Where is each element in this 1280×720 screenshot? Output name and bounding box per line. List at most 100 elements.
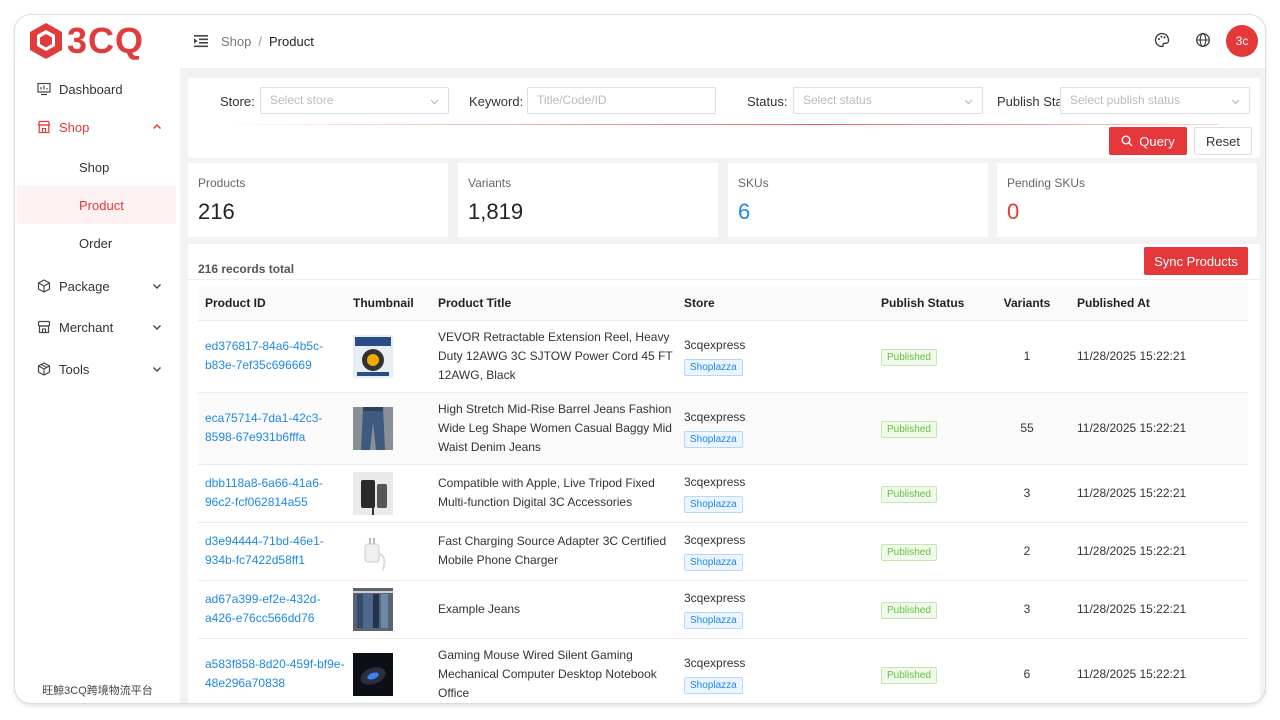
filter-panel: Store: Select store Keyword: Title/Code/…: [188, 78, 1260, 158]
shop-icon: [37, 120, 51, 134]
status-select[interactable]: Select status: [793, 87, 983, 114]
store-name: 3cqexpress: [684, 656, 746, 670]
product-thumbnail[interactable]: [353, 529, 393, 573]
thumbnail-cell: [346, 522, 431, 581]
thumbnail-cell: [346, 638, 431, 703]
stat-label: Variants: [468, 176, 512, 190]
product-id-link[interactable]: d3e94444-71bd-46e1-934b-fc7422d58ff1: [198, 522, 346, 581]
product-title: Compatible with Apple, Live Tripod Fixed…: [431, 464, 677, 523]
reset-button[interactable]: Reset: [1194, 127, 1252, 155]
sidebar-item-package[interactable]: Package: [15, 267, 180, 305]
keyword-label: Keyword:: [469, 94, 524, 109]
product-thumbnail[interactable]: [353, 652, 393, 696]
product-id-link[interactable]: ed376817-84a6-4b5c-b83e-7ef35c696669: [198, 320, 346, 393]
stat-label: Pending SKUs: [1007, 176, 1086, 190]
sidebar-item-merchant[interactable]: Merchant: [15, 308, 180, 346]
query-button[interactable]: Query: [1109, 127, 1187, 155]
logo[interactable]: 3CQ: [27, 22, 144, 60]
product-title: Example Jeans: [431, 580, 677, 639]
sidebar-item-tools[interactable]: Tools: [15, 350, 180, 388]
store-name: 3cqexpress: [684, 338, 746, 352]
thumbnail-cell: [346, 392, 431, 465]
store-label: Store:: [220, 94, 255, 109]
thumbnail-cell: [346, 464, 431, 523]
chevron-down-icon: [430, 99, 439, 105]
store-select[interactable]: Select store: [260, 87, 449, 114]
query-label: Query: [1139, 133, 1175, 149]
product-id-link[interactable]: a583f858-8d20-459f-bf9e-48e296a70838: [198, 638, 346, 703]
stat-value: 0: [1007, 199, 1020, 224]
store-cell: 3cqexpress Shoplazza: [677, 522, 874, 581]
keyword-placeholder: Title/Code/ID: [537, 93, 607, 107]
store-name: 3cqexpress: [684, 591, 746, 605]
variants-count: 3: [984, 580, 1070, 639]
search-icon: [1121, 135, 1133, 147]
palette-icon[interactable]: [1154, 32, 1170, 48]
stat-card-skus: SKUs 6: [728, 163, 988, 237]
sidebar-item-dashboard[interactable]: Dashboard: [15, 70, 180, 108]
product-table-card: 216 records total Sync Products Product …: [188, 244, 1260, 703]
status-label: Status:: [747, 94, 788, 109]
tools-icon: [37, 362, 51, 376]
status-cell: Published: [874, 580, 984, 639]
table-row[interactable]: dbb118a8-6a66-41a6-96c2-fcf062814a55 Com…: [198, 464, 1248, 523]
status-badge: Published: [881, 601, 937, 619]
platform-badge: Shoplazza: [684, 612, 743, 629]
store-name: 3cqexpress: [684, 410, 746, 424]
product-thumbnail[interactable]: [353, 334, 393, 378]
sidebar-subitem-order[interactable]: Order: [17, 224, 176, 262]
menu-fold-icon[interactable]: [194, 34, 208, 48]
column-header: Product Title: [431, 287, 677, 321]
breadcrumb-shop[interactable]: Shop: [221, 34, 251, 49]
breadcrumb-product: Product: [269, 34, 314, 49]
published-at: 11/28/2025 15:22:21: [1070, 522, 1248, 581]
stat-card-pending-skus: Pending SKUs 0: [997, 163, 1257, 237]
store-name: 3cqexpress: [684, 475, 746, 489]
stat-card-variants: Variants 1,819: [458, 163, 718, 237]
variants-count: 3: [984, 464, 1070, 523]
table-row[interactable]: ad67a399-ef2e-432d-a426-e76cc566dd76 Exa…: [198, 580, 1248, 639]
sync-products-button[interactable]: Sync Products: [1144, 247, 1248, 275]
user-avatar[interactable]: 3c: [1226, 25, 1258, 57]
status-cell: Published: [874, 464, 984, 523]
stat-label: Products: [198, 176, 246, 190]
sidebar-item-label: Shop: [59, 119, 90, 135]
table-row[interactable]: a583f858-8d20-459f-bf9e-48e296a70838 Gam…: [198, 638, 1248, 703]
column-header: Variants: [984, 287, 1070, 321]
logo-text: 3CQ: [67, 20, 145, 61]
platform-badge: Shoplazza: [684, 677, 743, 694]
publish-status-select[interactable]: Select publish status: [1060, 87, 1250, 114]
keyword-input[interactable]: Title/Code/ID: [527, 87, 716, 114]
column-header[interactable]: Product ID: [198, 287, 346, 321]
sidebar-item-shop[interactable]: Shop: [15, 108, 180, 146]
product-id-link[interactable]: eca75714-7da1-42c3-8598-67e931b6fffa: [198, 392, 346, 465]
chevron-down-icon: [964, 99, 973, 105]
filter-divider: [218, 124, 1218, 125]
platform-badge: Shoplazza: [684, 554, 743, 571]
stat-value: 1,819: [468, 199, 524, 224]
product-thumbnail[interactable]: [353, 406, 393, 450]
chevron-down-icon: [153, 325, 161, 330]
table-row[interactable]: d3e94444-71bd-46e1-934b-fc7422d58ff1 Fas…: [198, 522, 1248, 581]
globe-icon[interactable]: [1195, 32, 1211, 48]
sidebar: Dashboard Shop Shop Product Order Packag…: [15, 68, 180, 703]
table-row[interactable]: eca75714-7da1-42c3-8598-67e931b6fffa Hig…: [198, 392, 1248, 465]
thumbnail-cell: [346, 580, 431, 639]
sidebar-subitem-product[interactable]: Product: [17, 186, 176, 224]
product-thumbnail[interactable]: [353, 587, 393, 631]
product-id-link[interactable]: dbb118a8-6a66-41a6-96c2-fcf062814a55: [198, 464, 346, 523]
sidebar-subitem-shop[interactable]: Shop: [17, 148, 176, 186]
published-at: 11/28/2025 15:22:21: [1070, 580, 1248, 639]
table-row[interactable]: ed376817-84a6-4b5c-b83e-7ef35c696669 VEV…: [198, 320, 1248, 393]
product-title: Fast Charging Source Adapter 3C Certifie…: [431, 522, 677, 581]
product-thumbnail[interactable]: [353, 471, 393, 515]
variants-count: 6: [984, 638, 1070, 703]
sidebar-item-label: Dashboard: [59, 81, 123, 97]
product-title: High Stretch Mid-Rise Barrel Jeans Fashi…: [431, 392, 677, 465]
product-id-link[interactable]: ad67a399-ef2e-432d-a426-e76cc566dd76: [198, 580, 346, 639]
sidebar-item-label: Tools: [59, 361, 90, 377]
status-badge: Published: [881, 348, 937, 366]
variants-count: 2: [984, 522, 1070, 581]
store-placeholder: Select store: [270, 93, 334, 107]
store-name: 3cqexpress: [684, 533, 746, 547]
